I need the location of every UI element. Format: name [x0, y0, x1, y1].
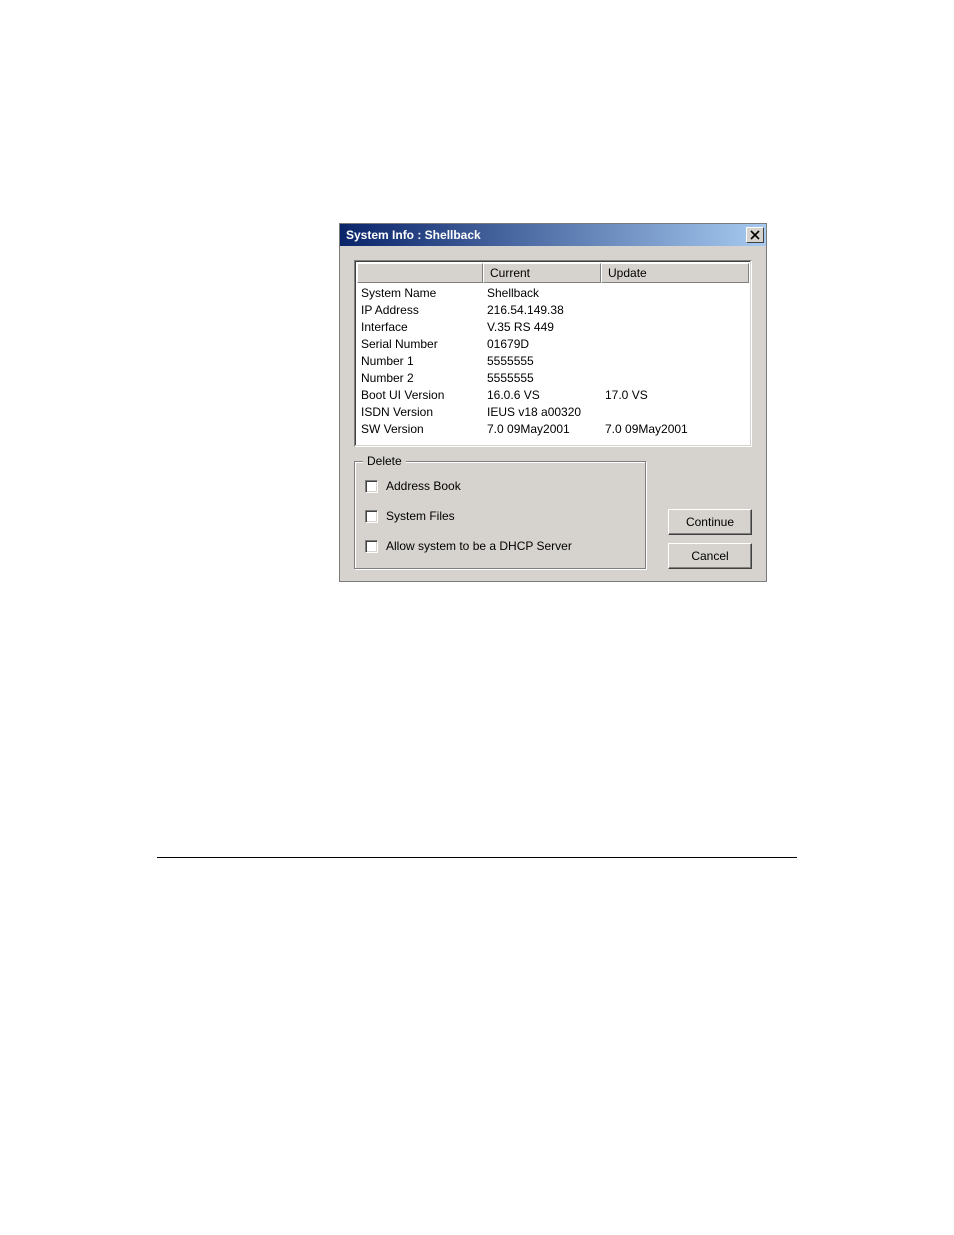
close-icon [750, 230, 760, 240]
checkbox-label: Address Book [386, 479, 461, 493]
system-info-dialog: System Info : Shellback Current Update S… [339, 223, 767, 582]
checkbox-system-files[interactable] [365, 510, 378, 523]
close-button[interactable] [746, 227, 764, 243]
row-label: System Name [359, 285, 487, 302]
cancel-button[interactable]: Cancel [668, 543, 752, 569]
delete-legend: Delete [363, 454, 406, 468]
row-current: 01679D [487, 336, 605, 353]
row-label: IP Address [359, 302, 487, 319]
table-row[interactable]: Interface V.35 RS 449 [359, 319, 747, 336]
delete-group: Delete Address Book System Files Allow s… [354, 461, 646, 569]
row-label: Serial Number [359, 336, 487, 353]
row-current: 16.0.6 VS [487, 387, 605, 404]
row-current: Shellback [487, 285, 605, 302]
row-update [605, 336, 747, 353]
titlebar: System Info : Shellback [340, 224, 766, 246]
info-list: Current Update System Name Shellback IP … [354, 260, 752, 447]
row-label: Number 2 [359, 370, 487, 387]
row-label: Boot UI Version [359, 387, 487, 404]
lower-area: Delete Address Book System Files Allow s… [354, 461, 752, 569]
dialog-body: Current Update System Name Shellback IP … [340, 246, 766, 581]
row-label: ISDN Version [359, 404, 487, 421]
row-current: 216.54.149.38 [487, 302, 605, 319]
table-row[interactable]: Serial Number 01679D [359, 336, 747, 353]
continue-button[interactable]: Continue [668, 509, 752, 535]
checkbox-address-book[interactable] [365, 480, 378, 493]
table-row[interactable]: IP Address 216.54.149.38 [359, 302, 747, 319]
row-current: 5555555 [487, 370, 605, 387]
allow-dhcp-checkbox-row[interactable]: Allow system to be a DHCP Server [365, 534, 635, 558]
table-row[interactable]: ISDN Version IEUS v18 a00320 [359, 404, 747, 421]
table-row[interactable]: Number 1 5555555 [359, 353, 747, 370]
row-label: Interface [359, 319, 487, 336]
row-label: Number 1 [359, 353, 487, 370]
row-update [605, 353, 747, 370]
info-header-blank[interactable] [357, 263, 483, 283]
info-header-current[interactable]: Current [483, 263, 601, 283]
dialog-title: System Info : Shellback [346, 228, 481, 242]
info-rows: System Name Shellback IP Address 216.54.… [357, 283, 749, 444]
row-update [605, 302, 747, 319]
row-current: 5555555 [487, 353, 605, 370]
page-divider [157, 857, 797, 858]
checkbox-label: System Files [386, 509, 455, 523]
table-row[interactable]: Boot UI Version 16.0.6 VS 17.0 VS [359, 387, 747, 404]
table-row[interactable]: SW Version 7.0 09May2001 7.0 09May2001 [359, 421, 747, 438]
button-column: Continue Cancel [646, 461, 752, 569]
info-header-row: Current Update [357, 263, 749, 283]
row-update [605, 285, 747, 302]
table-row[interactable]: Number 2 5555555 [359, 370, 747, 387]
row-update: 17.0 VS [605, 387, 747, 404]
info-header-update[interactable]: Update [601, 263, 749, 283]
table-row[interactable]: System Name Shellback [359, 285, 747, 302]
page: System Info : Shellback Current Update S… [0, 0, 954, 1235]
row-current: IEUS v18 a00320 [487, 404, 605, 421]
row-update [605, 404, 747, 421]
system-files-checkbox-row[interactable]: System Files [365, 504, 635, 528]
row-update: 7.0 09May2001 [605, 421, 747, 438]
row-label: SW Version [359, 421, 487, 438]
address-book-checkbox-row[interactable]: Address Book [365, 474, 635, 498]
checkbox-label: Allow system to be a DHCP Server [386, 539, 572, 553]
checkbox-allow-dhcp[interactable] [365, 540, 378, 553]
row-current: 7.0 09May2001 [487, 421, 605, 438]
row-current: V.35 RS 449 [487, 319, 605, 336]
row-update [605, 319, 747, 336]
row-update [605, 370, 747, 387]
